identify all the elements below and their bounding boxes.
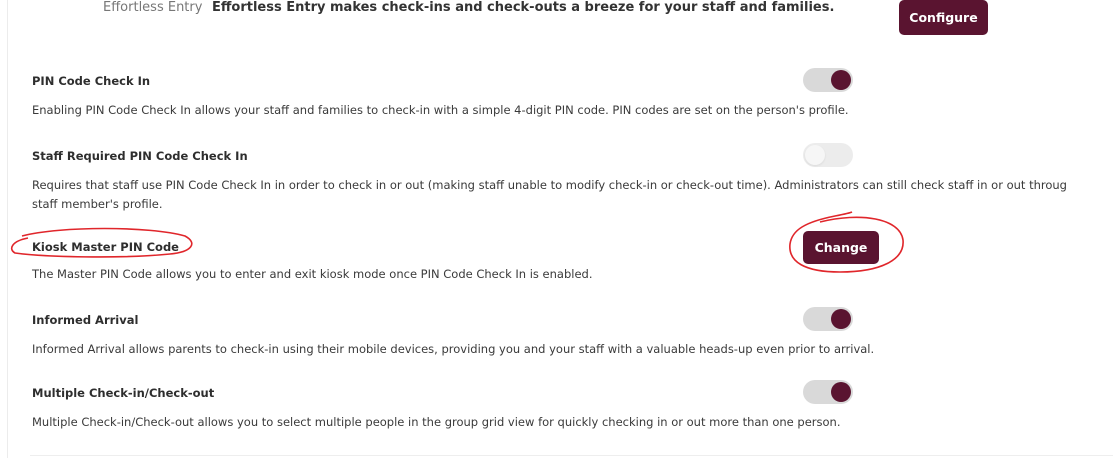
- change-pin-button[interactable]: Change: [803, 231, 879, 264]
- setting-description: Multiple Check-in/Check-out allows you t…: [32, 415, 841, 429]
- section-divider: [30, 455, 1113, 456]
- setting-description: Enabling PIN Code Check In allows your s…: [32, 103, 849, 117]
- left-border: [7, 0, 8, 458]
- setting-title: Informed Arrival: [32, 313, 139, 327]
- setting-title: Kiosk Master PIN Code: [32, 240, 179, 254]
- effortless-entry-description: Effortless Entry makes check-ins and che…: [212, 0, 835, 15]
- setting-description: Informed Arrival allows parents to check…: [32, 342, 875, 356]
- toggle-knob: [831, 382, 851, 402]
- toggle-knob: [831, 70, 851, 90]
- toggle-knob: [831, 309, 851, 329]
- setting-title: PIN Code Check In: [32, 74, 151, 88]
- informed-arrival-toggle[interactable]: [803, 307, 853, 331]
- setting-title: Staff Required PIN Code Check In: [32, 149, 248, 163]
- multiple-check-in-out-toggle[interactable]: [803, 380, 853, 404]
- staff-required-pin-toggle[interactable]: [803, 143, 853, 167]
- configure-button[interactable]: Configure: [899, 0, 988, 35]
- setting-description-line-2: staff member's profile.: [32, 197, 163, 211]
- setting-title: Multiple Check-in/Check-out: [32, 386, 215, 400]
- toggle-knob: [805, 145, 825, 165]
- setting-description-line-1: Requires that staff use PIN Code Check I…: [32, 178, 1067, 192]
- effortless-entry-row: Effortless Entry Effortless Entry makes …: [0, 0, 1113, 40]
- pin-code-check-in-toggle[interactable]: [803, 68, 853, 92]
- effortless-entry-label: Effortless Entry: [103, 0, 203, 15]
- setting-description: The Master PIN Code allows you to enter …: [32, 267, 593, 281]
